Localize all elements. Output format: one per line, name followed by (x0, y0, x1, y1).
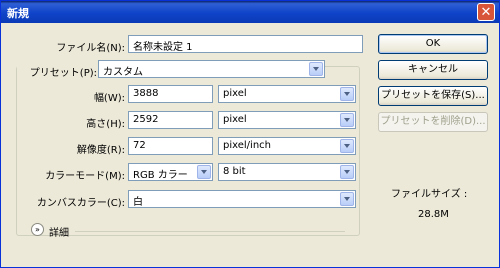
resolution-value: 72 (133, 140, 146, 151)
chevron-down-icon[interactable] (340, 165, 354, 179)
cancel-button[interactable]: キャンセル (378, 60, 488, 80)
color-mode-label: カラーモード(M): (45, 171, 125, 182)
chevron-down-icon[interactable] (340, 87, 354, 101)
color-mode-value: RGB カラー (133, 170, 188, 181)
file-size-value: 28.8M (418, 209, 449, 220)
file-size-label: ファイルサイズ : (391, 189, 468, 200)
dialog-title: 新規 (7, 7, 29, 20)
height-value: 2592 (133, 114, 159, 125)
width-label: 幅(W): (93, 93, 125, 104)
chevron-down-icon[interactable] (340, 113, 354, 127)
ok-button[interactable]: OK (378, 34, 488, 54)
preset-label: プリセット(P): (17, 64, 99, 79)
height-field[interactable]: 2592 (128, 111, 213, 129)
resolution-field[interactable]: 72 (128, 137, 213, 155)
chevron-down-icon[interactable] (340, 192, 354, 206)
chevron-down-icon[interactable] (340, 139, 354, 153)
height-unit-select[interactable]: pixel (218, 111, 356, 129)
resolution-unit-select[interactable]: pixel/inch (218, 137, 356, 155)
chevron-down-icon[interactable] (197, 165, 211, 179)
bit-depth-value: 8 bit (223, 166, 246, 177)
new-document-dialog: 新規 ✕ ファイル名(N): 名称未設定 1 プリセット(P): カスタム 幅(… (0, 0, 500, 268)
advanced-expand-icon[interactable]: » (31, 223, 44, 236)
preset-select[interactable]: カスタム (98, 60, 325, 78)
canvas-color-value: 白 (133, 197, 143, 208)
width-unit-select[interactable]: pixel (218, 85, 356, 103)
delete-preset-button[interactable]: プリセットを削除(D)... (378, 112, 488, 132)
dialog-body: ファイル名(N): 名称未設定 1 プリセット(P): カスタム 幅(W): 3… (1, 23, 499, 267)
close-icon[interactable]: ✕ (477, 3, 495, 21)
resolution-label: 解像度(R): (76, 145, 125, 156)
chevron-down-icon[interactable] (309, 62, 323, 76)
width-field[interactable]: 3888 (128, 85, 213, 103)
preset-value: カスタム (103, 67, 143, 78)
height-label: 高さ(H): (86, 119, 125, 130)
width-unit-value: pixel (223, 88, 247, 99)
color-mode-select[interactable]: RGB カラー (128, 163, 213, 181)
title-bar[interactable]: 新規 ✕ (1, 1, 499, 23)
canvas-color-select[interactable]: 白 (128, 190, 356, 208)
name-label: ファイル名(N): (56, 43, 125, 54)
resolution-unit-value: pixel/inch (223, 140, 271, 151)
width-value: 3888 (133, 88, 159, 99)
advanced-label[interactable]: 詳細 (49, 224, 69, 239)
bit-depth-select[interactable]: 8 bit (218, 163, 356, 181)
save-preset-button[interactable]: プリセットを保存(S)... (378, 86, 488, 106)
name-field[interactable]: 名称未設定 1 (128, 35, 363, 53)
name-value: 名称未設定 1 (133, 42, 193, 53)
height-unit-value: pixel (223, 114, 247, 125)
canvas-color-label: カンバスカラー(C): (36, 198, 125, 209)
advanced-divider (75, 231, 345, 232)
